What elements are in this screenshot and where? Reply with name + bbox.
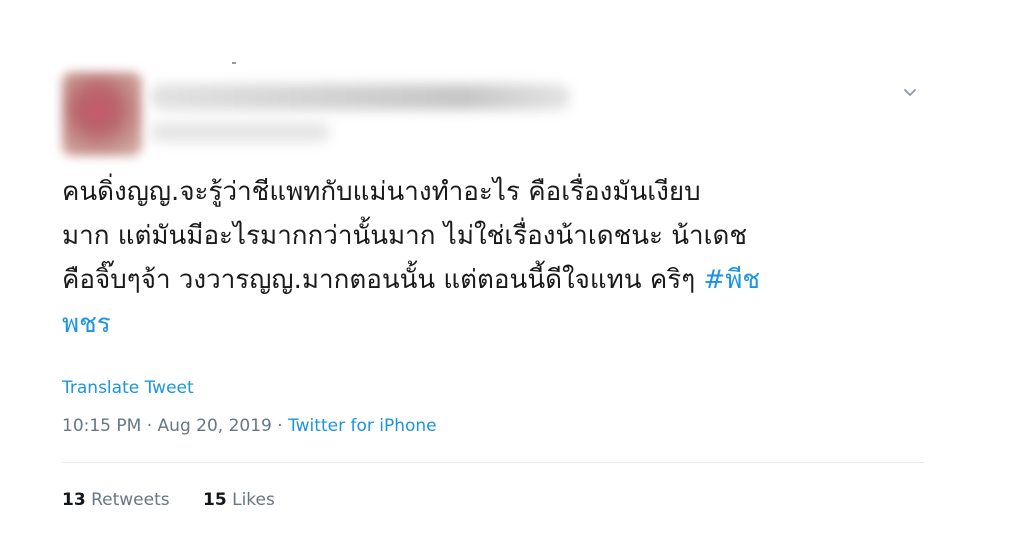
- tweet-text-line: คือจิ๊บๆจ้า วงวารญญ.มากตอนนั้น แต่ตอนนี้…: [62, 258, 942, 302]
- retweets-count: 13: [62, 490, 86, 510]
- retweets-label: Retweets: [91, 490, 170, 510]
- tweet-text-line: พชร: [62, 302, 942, 346]
- image-artifact: [232, 62, 236, 64]
- retweets-stat[interactable]: 13 Retweets: [62, 490, 170, 510]
- handle-redacted: [150, 122, 330, 142]
- hashtag-link[interactable]: #พีช: [703, 265, 760, 295]
- tweet-time[interactable]: 10:15 PM: [62, 416, 141, 436]
- tweet-source-link[interactable]: Twitter for iPhone: [288, 416, 437, 436]
- divider: [62, 462, 924, 463]
- display-name-redacted[interactable]: [150, 84, 570, 110]
- hashtag-link-continued[interactable]: พชร: [62, 309, 111, 339]
- more-options-button[interactable]: [900, 82, 920, 102]
- chevron-down-icon: [904, 89, 916, 96]
- translate-tweet-link[interactable]: Translate Tweet: [62, 378, 194, 398]
- likes-label: Likes: [232, 490, 275, 510]
- tweet-metadata: 10:15 PM · Aug 20, 2019 · Twitter for iP…: [62, 416, 437, 436]
- tweet-text-line: มาก แต่มันมีอะไรมากกว่านั้นมาก ไม่ใช่เรื…: [62, 221, 748, 251]
- likes-stat[interactable]: 15 Likes: [203, 490, 275, 510]
- tweet-card: คนดิ่งญญ.จะรู้ว่าชีแพทกับแม่นางทำอะไร คื…: [0, 0, 1024, 538]
- tweet-stats: 13 Retweets 15 Likes: [62, 490, 303, 510]
- likes-count: 15: [203, 490, 227, 510]
- tweet-date[interactable]: Aug 20, 2019: [158, 416, 272, 436]
- tweet-text-segment: คือจิ๊บๆจ้า วงวารญญ.มากตอนนั้น แต่ตอนนี้…: [62, 265, 704, 295]
- tweet-text-line: คนดิ่งญญ.จะรู้ว่าชีแพทกับแม่นางทำอะไร คื…: [62, 177, 701, 207]
- avatar[interactable]: [62, 72, 142, 156]
- tweet-text: คนดิ่งญญ.จะรู้ว่าชีแพทกับแม่นางทำอะไร คื…: [62, 170, 942, 346]
- meta-separator: ·: [271, 416, 289, 436]
- meta-separator: ·: [141, 416, 158, 436]
